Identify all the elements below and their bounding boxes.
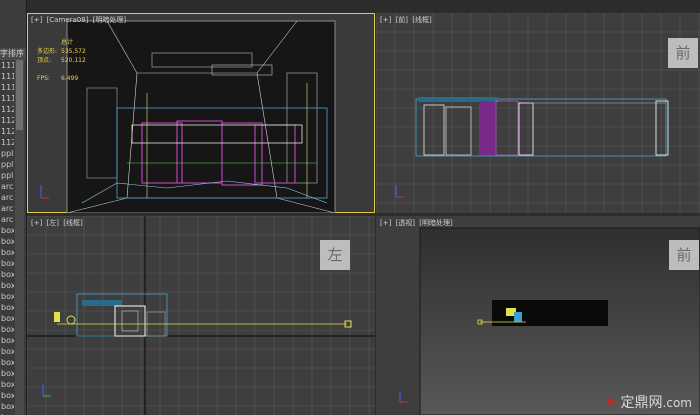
object-list-item[interactable]: box0 (0, 324, 14, 335)
object-list-item[interactable]: arch (0, 181, 14, 192)
watermark-tld: .com (662, 396, 692, 410)
viewport-label[interactable]: [+] [前] [线框] (380, 15, 434, 25)
object-list-item[interactable]: box0 (0, 280, 14, 291)
object-list-item[interactable]: 111 (0, 71, 14, 82)
viewport-shading-token[interactable]: [明暗处理] (419, 219, 452, 227)
object-list-item[interactable]: box0 (0, 390, 14, 401)
sort-header[interactable]: 字排序 (0, 48, 26, 60)
object-list-item[interactable]: box0 (0, 302, 14, 313)
stats-verts-label: 顶点: (37, 57, 52, 64)
scene-statistics: 总计 多边形: 535,572 顶点: 520,112 FPS: 6.499 (37, 38, 86, 83)
scrollbar[interactable] (15, 60, 24, 415)
object-list-item[interactable]: 112 (0, 126, 14, 137)
watermark-name: 定鼎网 (620, 395, 663, 411)
object-list-item[interactable]: box0 (0, 379, 14, 390)
viewport-label[interactable]: [+] [左] [线框] (31, 218, 85, 228)
viewport-view-token[interactable]: [前] (396, 16, 408, 24)
stats-fps-label: FPS: (37, 75, 50, 82)
viewport-menu-token[interactable]: [+] (31, 219, 42, 227)
viewport-shading-token[interactable]: [线框] (63, 219, 82, 227)
viewport-shading-token[interactable]: [线框] (412, 16, 431, 24)
object-list-item[interactable]: 112 (0, 115, 14, 126)
object-list-item[interactable]: box0 (0, 401, 14, 412)
object-list-item[interactable]: 111 (0, 60, 14, 71)
front-grid (376, 13, 700, 213)
scrollbar-thumb[interactable] (16, 60, 23, 130)
stats-total-label: 总计 (61, 39, 74, 46)
object-list-item[interactable]: pplk (0, 148, 14, 159)
object-list-item[interactable]: box0 (0, 269, 14, 280)
viewcube-front-icon[interactable]: 前 (668, 38, 698, 68)
object-list-item[interactable]: 112 (0, 137, 14, 148)
viewport-menu-token[interactable]: [+] (380, 16, 391, 24)
viewport-view-token[interactable]: [透视] (396, 219, 415, 227)
object-list-item[interactable]: box0 (0, 357, 14, 368)
stats-polys-label: 多边形: (37, 48, 58, 55)
object-list: 111111111111112112112112pplkpplkpplkarch… (0, 60, 14, 415)
object-list-item[interactable]: pplk (0, 159, 14, 170)
object-list-item[interactable]: arch (0, 203, 14, 214)
viewport-menu-token[interactable]: [+] (380, 219, 391, 227)
viewport-camera-token[interactable]: [Camera08] (47, 16, 89, 24)
watermark: ➤ 定鼎网.com (604, 392, 692, 412)
viewcube-left-icon[interactable]: 左 (320, 240, 350, 270)
object-list-item[interactable]: arch (0, 192, 14, 203)
logo-icon: ➤ (604, 392, 618, 411)
viewport-camera[interactable]: [+] [Camera08] [明暗处理] 总计 多边形: 535,572 顶点:… (27, 13, 375, 213)
viewport-left[interactable]: [+] [左] [线框] 左 (27, 216, 375, 415)
object-list-item[interactable]: 111 (0, 82, 14, 93)
scene-explorer-panel: 字排序 111111111111112112112112pplkpplkpplk… (0, 0, 27, 415)
viewport-label[interactable]: [+] [Camera08] [明暗处理] (31, 15, 128, 25)
perspective-scene (399, 227, 700, 415)
object-list-item[interactable]: box0 (0, 335, 14, 346)
stats-verts-value: 520,112 (61, 57, 86, 64)
viewport-front[interactable]: [+] [前] [线框] 前 (376, 13, 700, 213)
object-list-item[interactable]: box0 (0, 291, 14, 302)
viewport-view-token[interactable]: [左] (47, 219, 59, 227)
object-list-item[interactable]: box0 (0, 247, 14, 258)
object-list-item[interactable]: box0 (0, 313, 14, 324)
viewport-menu-token[interactable]: [+] (31, 16, 42, 24)
viewcube-perspective-icon[interactable]: 前 (669, 240, 699, 270)
object-list-item[interactable]: pplk (0, 170, 14, 181)
object-list-item[interactable]: 111 (0, 93, 14, 104)
object-list-item[interactable]: box0 (0, 346, 14, 357)
object-list-item[interactable]: arch (0, 214, 14, 225)
object-list-item[interactable]: box0 (0, 225, 14, 236)
viewport-label[interactable]: [+] [透视] [明暗处理] (380, 218, 455, 228)
object-list-item[interactable]: 112 (0, 104, 14, 115)
object-list-item[interactable]: box0 (0, 368, 14, 379)
object-list-item[interactable]: box0 (0, 258, 14, 269)
stats-polys-value: 535,572 (61, 48, 86, 55)
viewport-shading-token[interactable]: [明暗处理] (93, 16, 126, 24)
viewport-perspective[interactable]: [+] [透视] [明暗处理] 前 (376, 216, 700, 415)
object-list-item[interactable]: box0 (0, 236, 14, 247)
stats-fps-value: 6.499 (61, 75, 79, 82)
